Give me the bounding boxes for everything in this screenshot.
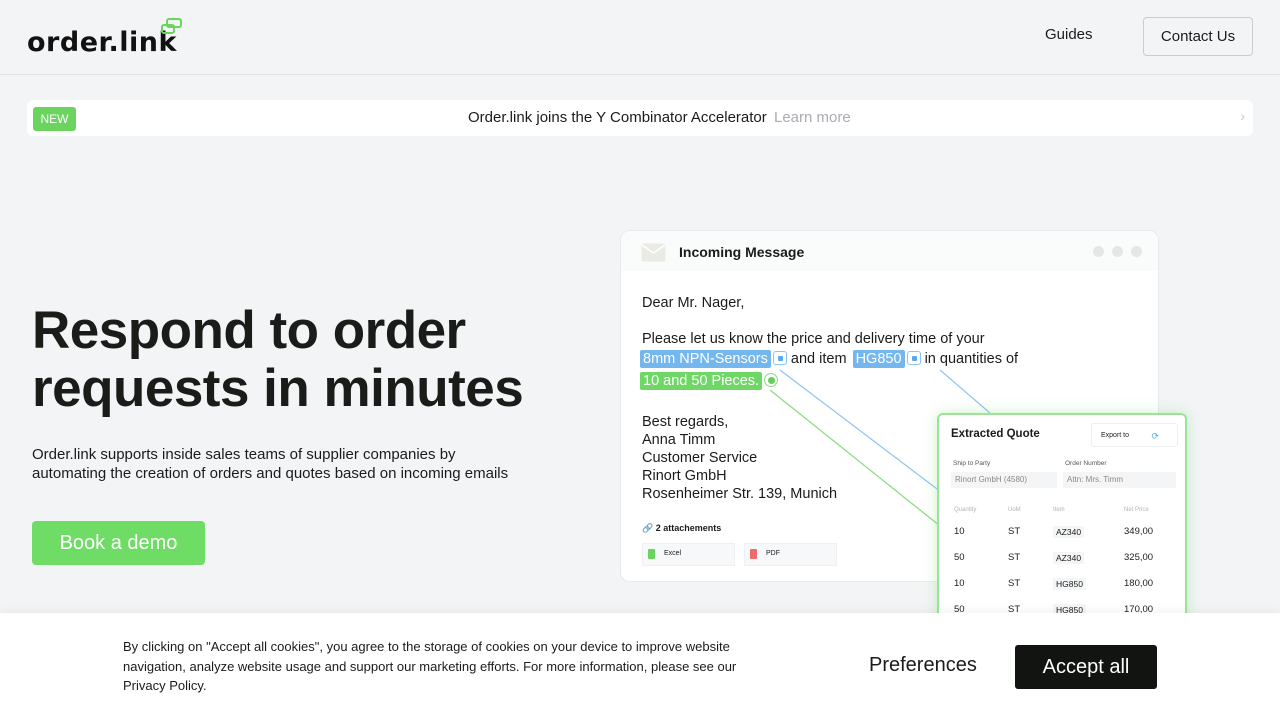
attachment-pdf[interactable]: PDF [744,543,837,566]
hero-subtitle: Order.link supports inside sales teams o… [32,445,552,483]
attachment-name: Excel [664,550,682,557]
chevron-right-icon[interactable]: › [1240,108,1245,124]
attachments-label: 🔗 2 attachements [642,523,721,534]
logo[interactable]: order.link [27,18,182,58]
item-cell: HG850 [1053,578,1086,590]
attachments-count: 2 attachements [655,523,722,533]
item-cell: AZ340 [1053,526,1085,538]
column-header: Item [1053,507,1065,513]
message-line: Please let us know the price and deliver… [642,331,985,347]
highlight-sensors: 8mm NPN-Sensors [640,350,771,368]
export-icon: ⟳ [1151,431,1159,441]
ship-to-label: Ship to Party [953,460,991,467]
new-badge: NEW [33,107,76,131]
quantity-cell: 10 [954,526,965,537]
signature-line: Rinort GmbH [642,468,727,484]
tag-chip-icon [764,373,779,387]
price-cell: 180,00 [1124,578,1154,589]
announcement-text: Order.link joins the Y Combinator Accele… [468,109,767,126]
paperclip-icon: 🔗 [642,523,654,533]
message-line: 10 and 50 Pieces. [640,372,779,390]
window-dots [1093,246,1142,257]
accept-all-button[interactable]: Accept all [1015,645,1157,689]
export-button[interactable]: Export to ⟳ [1091,423,1178,447]
window-dot [1093,246,1104,257]
highlight-quantity: 10 and 50 Pieces. [640,372,763,390]
nav-guides-link[interactable]: Guides [1045,26,1093,43]
signature-line: Rosenheimer Str. 139, Munich [642,486,838,502]
attachment-name: PDF [766,550,780,557]
contact-us-button[interactable]: Contact Us [1143,17,1253,56]
message-header: Incoming Message [621,231,1158,271]
preferences-button[interactable]: Preferences [869,654,977,677]
message-text: in quantities of [924,351,1019,367]
price-cell: 325,00 [1124,552,1154,563]
hero-title-line: requests in minutes [32,359,524,418]
column-header: UoM [1008,507,1021,513]
logo-text: order.link [27,27,177,58]
quantity-cell: 50 [954,552,965,563]
window-dot [1112,246,1123,257]
message-greeting: Dear Mr. Nager, [642,295,745,311]
signature-line: Customer Service [642,450,758,466]
uom-cell: ST [1008,578,1021,589]
message-text: and item [790,351,847,367]
signature-line: Anna Timm [642,432,716,448]
announcement-bar[interactable]: NEW Order.link joins the Y Combinator Ac… [27,100,1253,136]
hero-title: Respond to order requests in minutes [32,302,572,418]
hero-subtitle-line: Order.link supports inside sales teams o… [32,446,456,463]
privacy-policy-link[interactable]: Privacy Policy. [123,676,763,696]
tag-chip-icon [772,351,787,365]
order-number-field[interactable]: Attn: Mrs. Timm [1063,472,1176,488]
uom-cell: ST [1008,526,1021,537]
item-cell: AZ340 [1053,552,1085,564]
ship-to-field[interactable]: Rinort GmbH (4580) [951,472,1057,488]
highlight-item: HG850 [852,350,905,368]
cookie-text: By clicking on "Accept all cookies", you… [123,637,763,696]
attachment-excel[interactable]: Excel [642,543,735,566]
window-dot [1131,246,1142,257]
message-line: 8mm NPN-Sensors and item HG850 in quanti… [640,350,1018,368]
learn-more-link[interactable]: Learn more [774,109,851,126]
message-title: Incoming Message [679,244,805,260]
link-icon [161,18,182,34]
extracted-quote-card: Extracted Quote Export to ⟳ Ship to Part… [937,413,1187,633]
quantity-cell: 10 [954,578,965,589]
price-cell: 349,00 [1124,526,1154,537]
signature-line: Best regards, [642,414,729,430]
column-header: Net Price [1124,507,1149,513]
order-number-label: Order Number [1065,460,1107,467]
excel-file-icon [648,549,655,559]
column-header: Quantity [954,507,977,513]
cookie-banner: By clicking on "Accept all cookies", you… [0,613,1280,720]
cookie-text-line: navigation, analyze website usage and su… [123,658,737,674]
uom-cell: ST [1008,552,1021,563]
cookie-text-line: By clicking on "Accept all cookies", you… [123,639,730,654]
hero-title-line: Respond to order [32,301,466,360]
pdf-file-icon [750,549,757,559]
export-label: Export to [1101,432,1130,439]
tag-chip-icon [906,351,921,365]
hero-subtitle-line: automating the creation of orders and qu… [32,465,509,482]
site-header: order.link Guides Contact Us [0,0,1280,75]
book-demo-button[interactable]: Book a demo [32,521,205,565]
quote-title: Extracted Quote [951,428,1040,440]
mail-icon [641,243,666,262]
